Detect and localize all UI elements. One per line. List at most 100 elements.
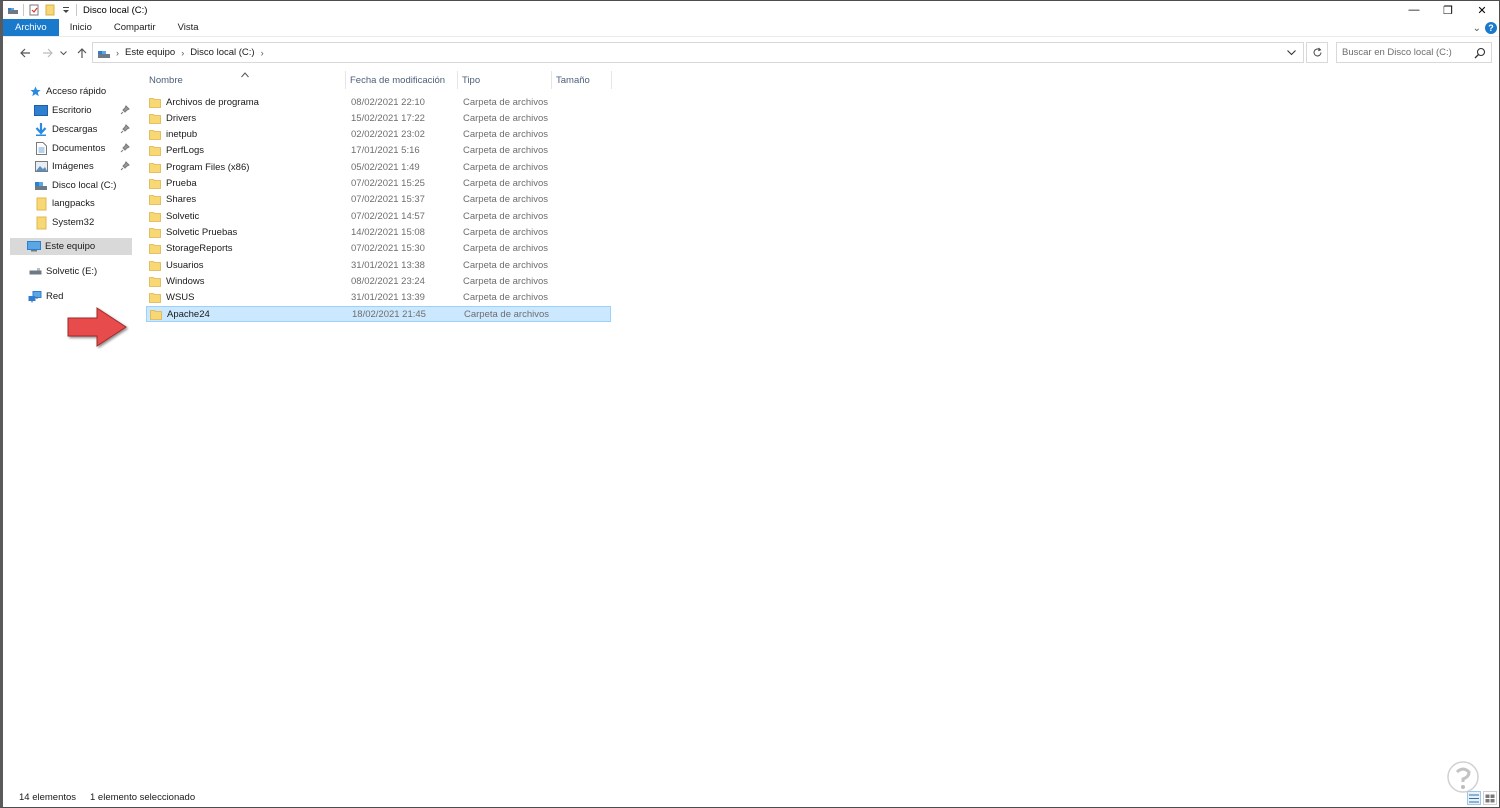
file-type: Carpeta de archivos: [463, 243, 549, 255]
item-count: 14 elementos: [19, 791, 77, 803]
table-row[interactable]: Solvetic 07/02/2021 14:57 Carpeta de archi…: [146, 208, 611, 224]
file-name: Prueba: [166, 178, 197, 190]
table-row[interactable]: PerfLogs 17/01/2021 5:16 Carpeta de archiv…: [146, 143, 611, 159]
sidebar-item-red[interactable]: Red: [28, 288, 132, 305]
column-header-name[interactable]: Nombre: [146, 71, 344, 89]
title-bar: Disco local (C:) — ❐ ✕: [3, 1, 1499, 19]
minimize-button[interactable]: —: [1397, 1, 1431, 19]
sidebar-item-label: System32: [52, 217, 95, 228]
file-name-cell: Program Files (x86): [149, 162, 249, 173]
sidebar-item-descargas[interactable]: Descargas: [34, 121, 132, 138]
maximize-button[interactable]: ❐: [1431, 1, 1465, 19]
chevron-down-icon: [59, 50, 67, 55]
sidebar-item-langpacks[interactable]: langpacks: [34, 195, 132, 212]
drive-icon: [7, 4, 19, 16]
recent-locations-button[interactable]: [57, 43, 69, 63]
properties-icon[interactable]: [28, 4, 40, 16]
file-name-cell: WSUS: [149, 292, 195, 303]
file-name: Usuarios: [166, 259, 204, 271]
table-row[interactable]: Prueba 07/02/2021 15:25 Carpeta de archivo…: [146, 176, 611, 192]
sidebar-item-system32[interactable]: System32: [34, 214, 132, 231]
search-icon[interactable]: [1474, 47, 1486, 59]
network-icon: [28, 290, 42, 304]
sidebar-item-disco-local[interactable]: Disco local (C:): [34, 177, 132, 194]
up-arrow-icon: [77, 47, 87, 58]
expand-ribbon-icon[interactable]: ⌄: [1473, 23, 1481, 34]
column-header-type[interactable]: Tipo: [459, 71, 551, 89]
breadcrumb-separator[interactable]: ›: [178, 48, 187, 58]
column-header-size[interactable]: Tamaño: [553, 71, 611, 89]
pin-icon[interactable]: [120, 105, 130, 115]
table-row[interactable]: StorageReports 07/02/2021 15:30 Carpeta de…: [146, 241, 611, 257]
sidebar-item-imagenes[interactable]: Imágenes: [34, 158, 132, 175]
file-name-cell: Solvetic: [149, 211, 199, 222]
breadcrumb-separator[interactable]: ›: [258, 48, 267, 58]
table-row[interactable]: Drivers 15/02/2021 17:22 Carpeta de archiv…: [146, 110, 611, 126]
new-folder-icon[interactable]: [44, 4, 56, 16]
column-separator[interactable]: [345, 71, 346, 89]
sidebar-item-label: Descargas: [52, 124, 98, 135]
sort-ascending-icon: [241, 72, 249, 78]
back-button[interactable]: [15, 43, 35, 63]
column-header-label: Tipo: [462, 74, 481, 86]
file-type: Carpeta de archivos: [463, 145, 549, 157]
sidebar-item-label: Este equipo: [45, 241, 96, 252]
table-row[interactable]: Usuarios 31/01/2021 13:38 Carpeta de archi…: [146, 257, 611, 273]
file-name-cell: Shares: [149, 194, 196, 205]
up-button[interactable]: [72, 43, 92, 63]
file-date: 08/02/2021 23:24: [351, 276, 425, 288]
column-separator[interactable]: [551, 71, 552, 89]
breadcrumb-este-equipo[interactable]: Este equipo: [122, 47, 178, 58]
tab-vista[interactable]: Vista: [167, 19, 210, 36]
file-date: 17/01/2021 5:16: [351, 145, 420, 157]
breadcrumb-separator[interactable]: ›: [113, 48, 122, 58]
pin-icon[interactable]: [120, 161, 130, 171]
sidebar-item-acceso-rapido[interactable]: Acceso rápido: [28, 83, 132, 100]
computer-icon: [95, 44, 113, 62]
sidebar-item-escritorio[interactable]: Escritorio: [34, 102, 132, 119]
folder-icon: [149, 195, 161, 206]
table-row[interactable]: Shares 07/02/2021 15:37 Carpeta de archivo…: [146, 192, 611, 208]
table-row[interactable]: inetpub 02/02/2021 23:02 Carpeta de archiv…: [146, 127, 611, 143]
sidebar-item-label: Escritorio: [52, 105, 92, 116]
tab-inicio[interactable]: Inicio: [59, 19, 103, 36]
customize-toolbar-icon[interactable]: [60, 4, 72, 16]
table-row[interactable]: Program Files (x86) 05/02/2021 1:49 Carpet…: [146, 159, 611, 175]
sidebar-item-este-equipo[interactable]: Este equipo: [10, 238, 132, 255]
search-box[interactable]: [1336, 42, 1492, 63]
column-header-date[interactable]: Fecha de modificación: [347, 71, 457, 89]
address-bar[interactable]: › Este equipo › Disco local (C:) ›: [92, 42, 1304, 63]
table-row[interactable]: Windows 08/02/2021 23:24 Carpeta de archiv…: [146, 274, 611, 290]
file-date: 18/02/2021 21:45: [352, 308, 426, 320]
folder-icon: [149, 244, 161, 255]
search-input[interactable]: [1337, 47, 1469, 58]
tab-archivo[interactable]: Archivo: [3, 19, 59, 36]
tab-compartir[interactable]: Compartir: [103, 19, 167, 36]
breadcrumb-disco-local[interactable]: Disco local (C:): [187, 47, 257, 58]
sidebar-item-solvetic-e[interactable]: Solvetic (E:): [28, 263, 132, 280]
folder-icon: [149, 113, 161, 124]
folder-icon: [149, 97, 161, 108]
file-name-cell: StorageReports: [149, 243, 233, 254]
pin-icon[interactable]: [120, 143, 130, 153]
file-date: 31/01/2021 13:38: [351, 259, 425, 271]
file-name-cell: Archivos de programa: [149, 97, 259, 108]
forward-button[interactable]: [37, 43, 57, 63]
download-icon: [34, 123, 48, 137]
column-separator[interactable]: [611, 71, 612, 89]
pin-icon[interactable]: [120, 124, 130, 134]
file-type: Carpeta de archivos: [463, 112, 549, 124]
table-row[interactable]: Apache24 18/02/2021 21:45 Carpeta de archi…: [146, 306, 611, 323]
table-row[interactable]: WSUS 31/01/2021 13:39 Carpeta de archivos: [146, 290, 611, 306]
column-separator[interactable]: [457, 71, 458, 89]
sidebar-item-documentos[interactable]: Documentos: [34, 140, 132, 157]
column-header-label: Nombre: [149, 74, 183, 86]
help-icon[interactable]: ?: [1485, 22, 1497, 34]
folder-icon: [149, 211, 161, 222]
close-button[interactable]: ✕: [1465, 1, 1499, 19]
document-icon: [34, 142, 48, 156]
table-row[interactable]: Archivos de programa 08/02/2021 22:10 Carp…: [146, 94, 611, 110]
refresh-button[interactable]: [1306, 42, 1328, 63]
address-dropdown-button[interactable]: [1283, 45, 1299, 61]
table-row[interactable]: Solvetic Pruebas 14/02/2021 15:08 Carpeta …: [146, 225, 611, 241]
